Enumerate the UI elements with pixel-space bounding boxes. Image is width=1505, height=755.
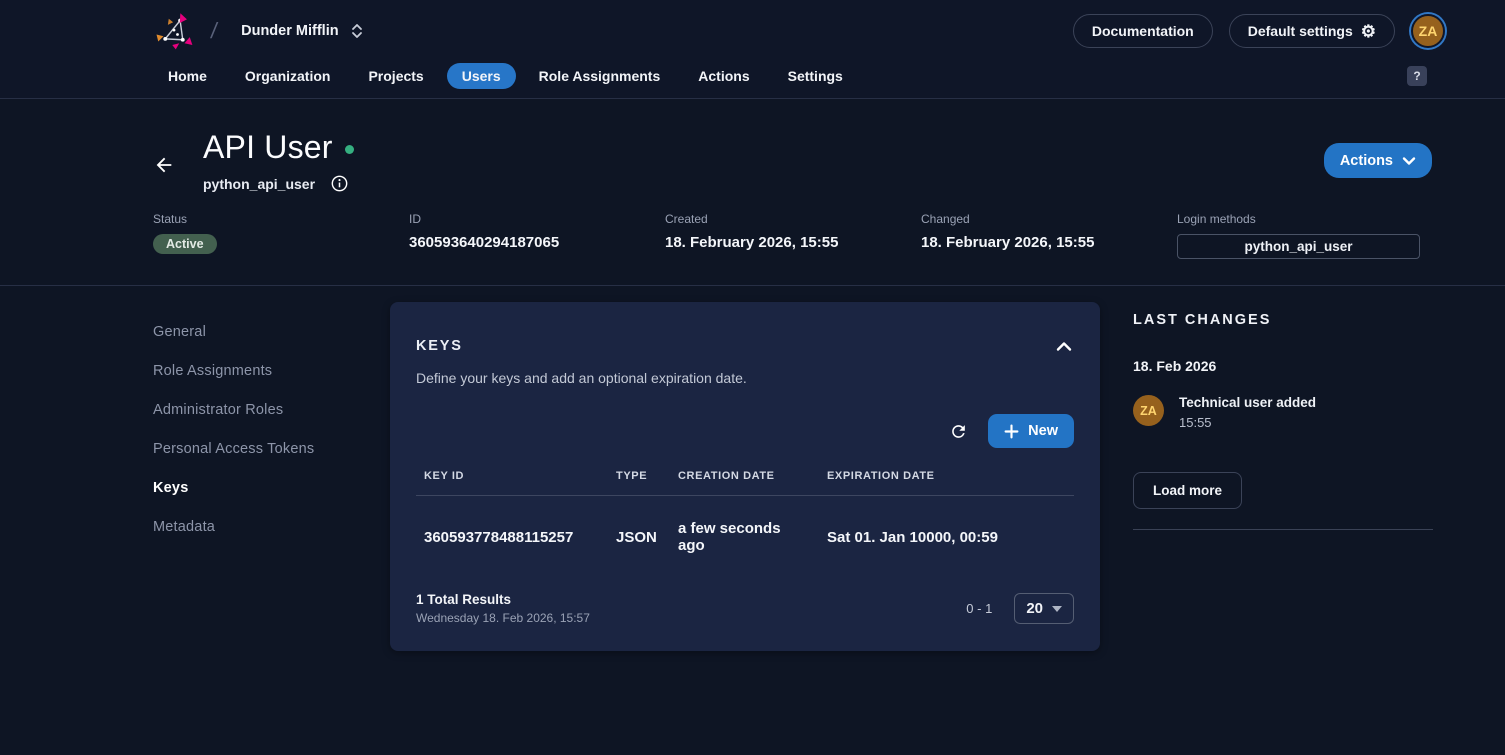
login-method-chip[interactable]: python_api_user — [1177, 234, 1420, 259]
panel-divider — [1133, 529, 1433, 530]
cell-key-id: 360593778488115257 — [416, 496, 608, 577]
page-subtitle: python_api_user — [203, 176, 315, 192]
documentation-button[interactable]: Documentation — [1073, 14, 1213, 48]
sidebar-item-role-assignments[interactable]: Role Assignments — [153, 351, 390, 390]
status-badge: Active — [153, 234, 217, 254]
main-nav: Home Organization Projects Users Role As… — [0, 62, 1505, 99]
detail-sidebar: General Role Assignments Administrator R… — [153, 302, 390, 546]
org-name: Dunder Mifflin — [241, 23, 338, 39]
plus-icon — [1004, 424, 1019, 439]
change-event: ZA Technical user added 15:55 — [1133, 395, 1433, 430]
refresh-button[interactable] — [947, 420, 970, 443]
sidebar-item-keys[interactable]: Keys — [153, 468, 390, 507]
sidebar-item-personal-access-tokens[interactable]: Personal Access Tokens — [153, 429, 390, 468]
tab-actions[interactable]: Actions — [683, 63, 764, 89]
meta-changed: Changed 18. February 2026, 15:55 — [921, 212, 1177, 259]
pagination-range: 0 - 1 — [966, 601, 992, 616]
org-switcher[interactable]: Dunder Mifflin — [231, 17, 372, 45]
user-meta-row: Status Active ID 360593640294187065 Crea… — [0, 192, 1505, 286]
tab-home[interactable]: Home — [153, 63, 222, 89]
user-avatar[interactable]: ZA — [1411, 14, 1445, 48]
unfold-more-icon — [351, 23, 363, 39]
meta-status: Status Active — [153, 212, 409, 259]
meta-id: ID 360593640294187065 — [409, 212, 665, 259]
keys-card: KEYS Define your keys and add an optiona… — [390, 302, 1100, 651]
app-logo-icon[interactable] — [153, 9, 197, 53]
column-header-key-id[interactable]: KEY ID — [416, 456, 608, 496]
default-settings-button[interactable]: Default settings ⚙ — [1229, 14, 1395, 48]
cell-expiration-date: Sat 01. Jan 10000, 00:59 — [819, 496, 1074, 577]
arrow-left-icon — [153, 154, 175, 176]
keys-card-description: Define your keys and add an optional exp… — [416, 370, 1074, 386]
tab-role-assignments[interactable]: Role Assignments — [524, 63, 676, 89]
new-key-button[interactable]: New — [988, 414, 1074, 448]
event-text: Technical user added — [1179, 395, 1316, 410]
help-button[interactable]: ? — [1407, 66, 1427, 86]
tab-projects[interactable]: Projects — [353, 63, 438, 89]
logo-separator: / — [209, 18, 219, 44]
event-time: 15:55 — [1179, 415, 1316, 430]
meta-login-methods: Login methods python_api_user — [1177, 212, 1433, 259]
page-title: API User — [203, 129, 333, 166]
tab-users[interactable]: Users — [447, 63, 516, 89]
results-timestamp: Wednesday 18. Feb 2026, 15:57 — [416, 611, 590, 625]
app-header: / Dunder Mifflin Documentation Default s… — [0, 0, 1505, 62]
load-more-button[interactable]: Load more — [1133, 472, 1242, 509]
column-header-expiration-date[interactable]: EXPIRATION DATE — [819, 456, 1074, 496]
last-changes-panel: LAST CHANGES 18. Feb 2026 ZA Technical u… — [1133, 302, 1433, 530]
gear-icon: ⚙ — [1361, 23, 1376, 40]
column-header-type[interactable]: TYPE — [608, 456, 670, 496]
keys-card-title: KEYS — [416, 338, 463, 354]
column-header-creation-date[interactable]: CREATION DATE — [670, 456, 819, 496]
sidebar-item-metadata[interactable]: Metadata — [153, 507, 390, 546]
event-avatar: ZA — [1133, 395, 1164, 426]
page-size-select[interactable]: 20 — [1014, 593, 1074, 624]
meta-created: Created 18. February 2026, 15:55 — [665, 212, 921, 259]
sidebar-item-administrator-roles[interactable]: Administrator Roles — [153, 390, 390, 429]
chevron-up-icon — [1056, 341, 1072, 352]
keys-table: KEY ID TYPE CREATION DATE EXPIRATION DAT… — [416, 456, 1074, 576]
active-state-dot — [345, 145, 354, 154]
chevron-down-icon — [1402, 156, 1416, 166]
cell-type: JSON — [608, 496, 670, 577]
actions-button[interactable]: Actions — [1324, 143, 1432, 178]
total-results: 1 Total Results — [416, 592, 590, 607]
refresh-icon — [949, 422, 968, 441]
key-table-row[interactable]: 360593778488115257 JSON a few seconds ag… — [416, 496, 1074, 577]
collapse-card-button[interactable] — [1054, 339, 1074, 354]
back-button[interactable] — [153, 153, 177, 177]
caret-down-icon — [1052, 606, 1062, 612]
tab-settings[interactable]: Settings — [773, 63, 858, 89]
info-icon[interactable] — [331, 175, 348, 192]
sidebar-item-general[interactable]: General — [153, 312, 390, 351]
last-changes-title: LAST CHANGES — [1133, 312, 1433, 328]
changes-date: 18. Feb 2026 — [1133, 358, 1433, 374]
cell-creation-date: a few seconds ago — [670, 496, 819, 577]
tab-organization[interactable]: Organization — [230, 63, 346, 89]
main-content: API User python_api_user Actions St — [0, 99, 1505, 651]
